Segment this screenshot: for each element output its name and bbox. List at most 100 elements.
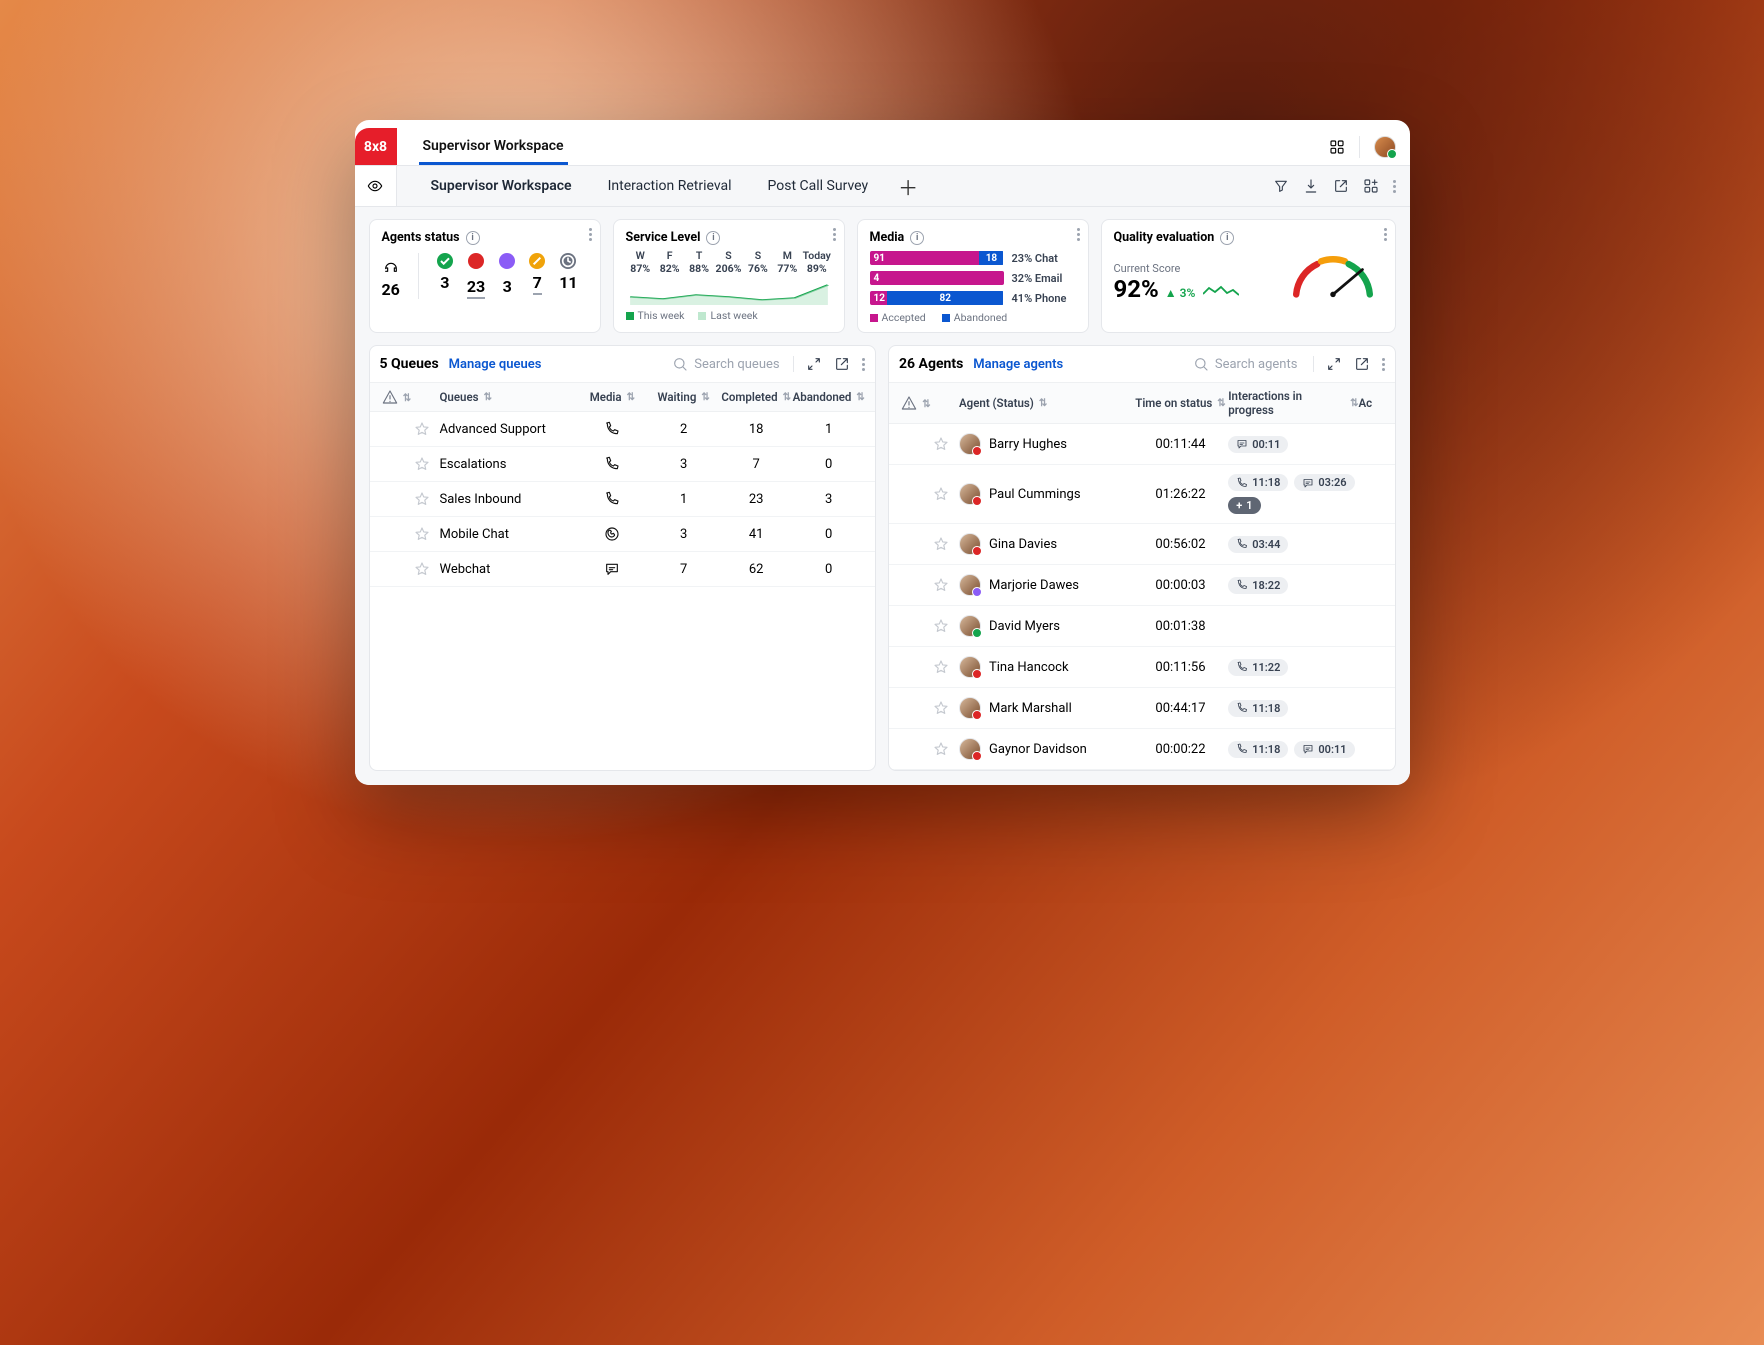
agent-row[interactable]: Tina Hancock00:11:56 11:22	[889, 647, 1395, 688]
panel-menu-icon[interactable]	[1382, 358, 1385, 371]
queue-row[interactable]: Escalations370	[370, 447, 876, 482]
agent-row[interactable]: Barry Hughes00:11:44 00:11	[889, 424, 1395, 465]
panel-menu-icon[interactable]	[862, 358, 865, 371]
popout-icon[interactable]	[1354, 356, 1370, 372]
interaction-chip[interactable]: + 1	[1228, 497, 1260, 514]
agent-row[interactable]: Mark Marshall00:44:17 11:18	[889, 688, 1395, 729]
agents-search[interactable]: Search agents	[1193, 356, 1303, 372]
quality-card: Quality evaluation i Current Score 92% ▲…	[1101, 219, 1396, 333]
phone-icon	[604, 491, 620, 507]
preview-toggle[interactable]	[355, 166, 397, 206]
col-abandoned[interactable]: Abandoned	[792, 389, 865, 405]
manage-agents-link[interactable]: Manage agents	[973, 357, 1063, 372]
manage-queues-link[interactable]: Manage queues	[449, 357, 542, 372]
add-tab-button[interactable]: ＋	[886, 172, 930, 201]
agents-status-item[interactable]: 3	[499, 253, 515, 299]
agents-status-item[interactable]: 3	[437, 253, 453, 299]
workspace-tab[interactable]: Supervisor Workspace	[413, 166, 590, 206]
star-icon[interactable]	[414, 526, 440, 542]
queue-row[interactable]: Mobile Chat3410	[370, 517, 876, 552]
star-icon[interactable]	[933, 659, 959, 675]
warn-icon[interactable]	[382, 389, 398, 405]
workspace-tab[interactable]: Post Call Survey	[750, 166, 887, 206]
media-bar: 4	[870, 271, 1004, 285]
star-icon[interactable]	[933, 536, 959, 552]
queue-row[interactable]: Sales Inbound1233	[370, 482, 876, 517]
info-icon[interactable]: i	[466, 231, 480, 245]
agents-status-item[interactable]: 7	[529, 253, 545, 299]
star-icon[interactable]	[933, 700, 959, 716]
agents-status-item[interactable]: 23	[467, 253, 485, 299]
media-row: 432% Email	[870, 271, 1076, 285]
more-menu-icon[interactable]	[1393, 180, 1396, 193]
agent-avatar	[959, 533, 981, 555]
col-completed[interactable]: Completed	[720, 389, 793, 405]
legend-this-week: This week	[626, 309, 685, 322]
agent-row[interactable]: Gaynor Davidson00:00:22 11:18 00:11	[889, 729, 1395, 770]
agent-row[interactable]: Marjorie Dawes00:00:03 18:22	[889, 565, 1395, 606]
add-widget-icon[interactable]	[1363, 178, 1379, 194]
star-icon[interactable]	[414, 421, 440, 437]
interaction-chip[interactable]: 00:11	[1228, 436, 1288, 453]
interaction-chip[interactable]: 03:26	[1294, 474, 1354, 491]
kpi-row: Agents status i 26 3233711 Service Level…	[355, 207, 1410, 333]
col-time[interactable]: Time on status	[1133, 389, 1229, 417]
phone-icon	[1236, 661, 1248, 673]
col-media[interactable]: Media	[577, 389, 647, 405]
interaction-chip[interactable]: 11:22	[1228, 659, 1288, 676]
info-icon[interactable]: i	[706, 231, 720, 245]
agents-total: 26	[382, 260, 400, 299]
star-icon[interactable]	[933, 577, 959, 593]
window-title-tab[interactable]: Supervisor Workspace	[419, 128, 568, 165]
workspace-tab[interactable]: Interaction Retrieval	[590, 166, 750, 206]
filter-icon[interactable]	[1273, 178, 1289, 194]
info-icon[interactable]: i	[910, 231, 924, 245]
queue-row[interactable]: Webchat7620	[370, 552, 876, 587]
agent-time: 00:11:44	[1133, 437, 1229, 452]
interaction-chip[interactable]: 18:22	[1228, 577, 1288, 594]
info-icon[interactable]: i	[1220, 231, 1234, 245]
col-progress[interactable]: Interactions in progress	[1228, 389, 1358, 417]
star-icon[interactable]	[414, 491, 440, 507]
agents-status-item[interactable]: 11	[559, 253, 577, 299]
phone-icon	[1236, 477, 1248, 489]
star-icon[interactable]	[414, 561, 440, 577]
col-queues[interactable]: Queues	[440, 389, 578, 405]
open-external-icon[interactable]	[1333, 178, 1349, 194]
col-agent[interactable]: Agent (Status)	[959, 389, 1133, 417]
queue-name: Escalations	[440, 457, 578, 472]
queue-row[interactable]: Advanced Support2181	[370, 412, 876, 447]
expand-icon[interactable]	[806, 356, 822, 372]
apps-grid-icon[interactable]	[1329, 139, 1345, 155]
agent-name: David Myers	[989, 619, 1060, 634]
agent-row[interactable]: Gina Davies00:56:02 03:44	[889, 524, 1395, 565]
interaction-chip[interactable]: 11:18	[1228, 474, 1288, 491]
star-icon[interactable]	[414, 456, 440, 472]
col-waiting[interactable]: Waiting	[647, 389, 720, 405]
expand-icon[interactable]	[1326, 356, 1342, 372]
star-icon[interactable]	[933, 436, 959, 452]
agent-avatar	[959, 483, 981, 505]
phone-icon	[1236, 743, 1248, 755]
star-icon[interactable]	[933, 741, 959, 757]
interaction-chip[interactable]: 11:18	[1228, 741, 1288, 758]
star-icon[interactable]	[933, 486, 959, 502]
star-icon[interactable]	[933, 618, 959, 634]
download-icon[interactable]	[1303, 178, 1319, 194]
card-menu-icon[interactable]	[833, 228, 836, 241]
interaction-chip[interactable]: 00:11	[1294, 741, 1354, 758]
card-title: Service Level	[626, 230, 701, 245]
warn-icon[interactable]	[901, 395, 917, 411]
agent-row[interactable]: David Myers00:01:38	[889, 606, 1395, 647]
user-avatar[interactable]	[1374, 136, 1396, 158]
queues-search[interactable]: Search queues	[672, 356, 783, 372]
popout-icon[interactable]	[834, 356, 850, 372]
agent-row[interactable]: Paul Cummings01:26:22 11:18 03:26+ 1	[889, 465, 1395, 524]
card-menu-icon[interactable]	[1384, 228, 1387, 241]
card-menu-icon[interactable]	[589, 228, 592, 241]
interaction-chip[interactable]: 03:44	[1228, 536, 1288, 553]
phone-icon	[1236, 538, 1248, 550]
card-menu-icon[interactable]	[1077, 228, 1080, 241]
interaction-chip[interactable]: 11:18	[1228, 700, 1288, 717]
agent-avatar	[959, 738, 981, 760]
